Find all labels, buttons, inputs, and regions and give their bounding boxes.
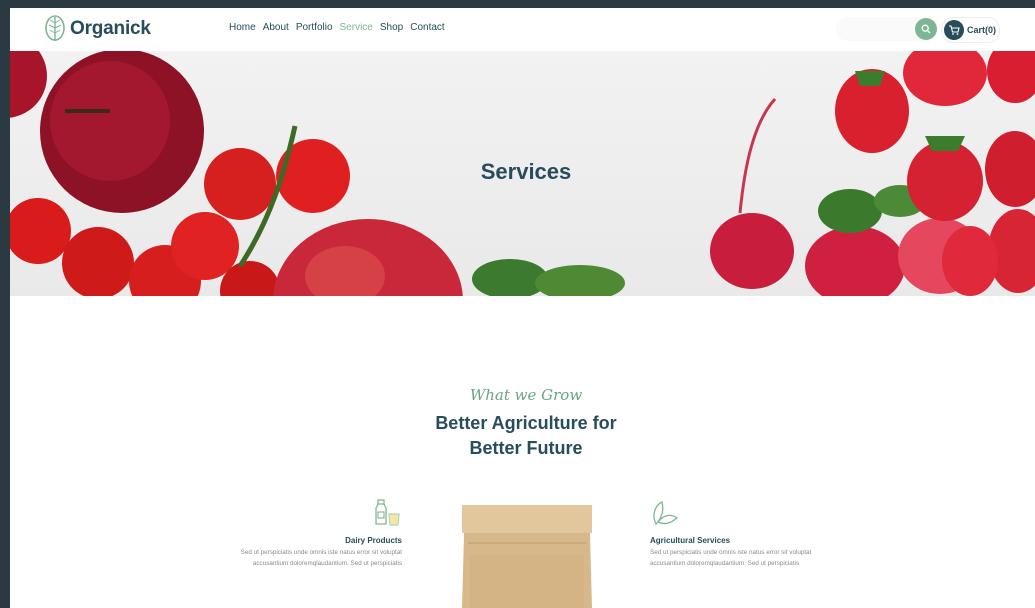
kraft-bag-image: [462, 505, 592, 608]
service-agricultural: Agricultural Services Sed ut perspiciati…: [650, 498, 830, 569]
logo[interactable]: Organick: [44, 14, 151, 44]
search-button[interactable]: [915, 18, 937, 40]
brand-name: Organick: [70, 18, 151, 39]
service-description: Sed ut perspiciatis unde omnis iste natu…: [650, 549, 812, 567]
service-dairy-products: Dairy Products Sed ut perspiciatis unde …: [232, 498, 402, 569]
nav-portfolio[interactable]: Portfolio: [296, 22, 333, 33]
leaves-icon: [653, 501, 678, 526]
nav-service[interactable]: Service: [340, 22, 373, 33]
section-headline: Better Agriculture for Better Future: [10, 411, 1035, 461]
main-nav: Home About Portfolio Service Shop Contac…: [229, 22, 452, 33]
page-title: Services: [480, 159, 572, 184]
headline-line-2: Better Future: [469, 438, 583, 458]
search-icon: [921, 24, 931, 34]
nav-contact[interactable]: Contact: [410, 22, 444, 33]
site-header: Organick Home About Portfolio Service Sh…: [10, 8, 1035, 51]
section-eyebrow: What we Grow: [469, 386, 583, 404]
hero-banner: Services: [10, 51, 1035, 296]
nav-about[interactable]: About: [263, 22, 289, 33]
service-title: Agricultural Services: [650, 536, 731, 545]
service-title: Dairy Products: [345, 536, 402, 545]
cart-icon: [944, 20, 964, 40]
dairy-bottle-icon: [375, 499, 400, 526]
browser-viewport: Organick Home About Portfolio Service Sh…: [10, 8, 1035, 608]
service-description: Sed ut perspiciatis unde omnis iste natu…: [240, 549, 402, 567]
headline-line-1: Better Agriculture for: [435, 413, 617, 433]
cart-label: Cart(0): [967, 25, 997, 35]
nav-shop[interactable]: Shop: [380, 22, 403, 33]
cart-button[interactable]: Cart(0): [941, 17, 1000, 43]
nav-home[interactable]: Home: [229, 22, 256, 33]
leaf-logo-icon: [45, 15, 65, 41]
